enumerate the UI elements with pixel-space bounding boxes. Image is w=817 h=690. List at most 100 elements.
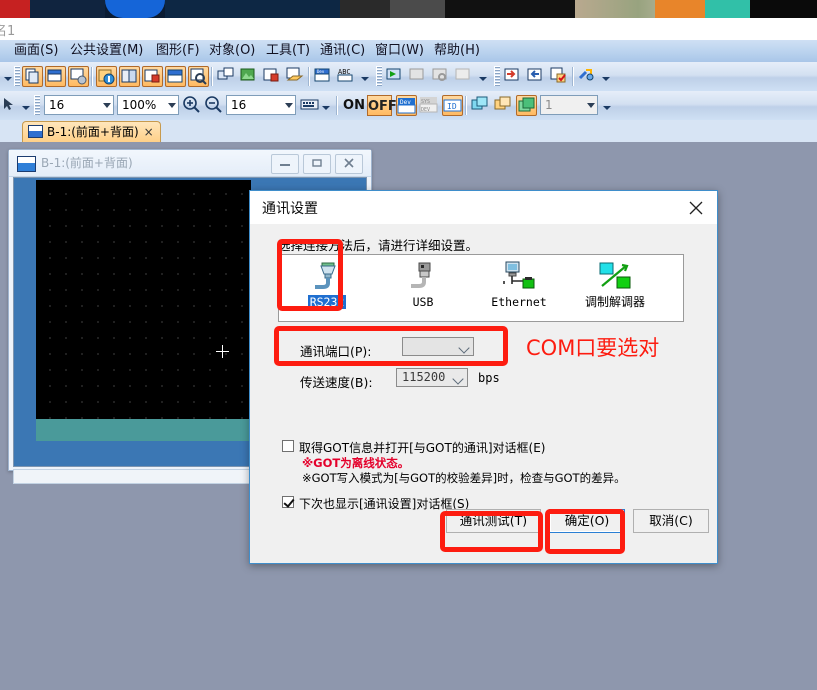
toolbar-overflow-3-icon[interactable]	[600, 67, 611, 86]
connection-option-ethernet[interactable]: Ethernet	[475, 259, 563, 317]
front-layer-button[interactable]	[470, 95, 491, 116]
note-offline: ※GOT为离线状态。	[302, 456, 410, 470]
toolbar-overflow-5-icon[interactable]	[601, 96, 612, 115]
write-to-got-button[interactable]	[503, 66, 524, 87]
chevron-down-icon	[285, 103, 293, 108]
menu-item-figure[interactable]: 图形(F)	[152, 42, 204, 60]
off-state-button[interactable]: OFF	[367, 95, 397, 116]
document-tab-bar: B-1:(前面+背面) ×	[0, 120, 817, 143]
speed-value: 115200	[402, 370, 446, 384]
menu-item-window[interactable]: 窗口(W)	[371, 42, 428, 60]
simulator-settings-button[interactable]	[431, 66, 452, 87]
read-from-got-button[interactable]	[526, 66, 547, 87]
speed-label: 传送速度(B):	[300, 375, 373, 390]
new-screen-button[interactable]	[22, 66, 43, 87]
screen-property-button[interactable]	[68, 66, 89, 87]
connection-option-usb[interactable]: USB	[379, 259, 467, 317]
toolbar-grip-2[interactable]	[376, 66, 382, 86]
toolbar-format: 16 100% 16 ON OFF Dev SYS DEV ID 1	[0, 91, 817, 121]
menu-item-common[interactable]: 公共设置(M)	[66, 42, 147, 60]
menu-item-help[interactable]: 帮助(H)	[430, 42, 484, 60]
preview-button[interactable]	[188, 66, 209, 87]
tab-b1[interactable]: B-1:(前面+背面) ×	[22, 121, 161, 143]
all-layers-button[interactable]	[516, 95, 537, 116]
library-button[interactable]	[119, 66, 140, 87]
menu-item-screen[interactable]: 画面(S)	[10, 42, 62, 60]
grid-size-combo[interactable]: 16	[226, 95, 296, 115]
close-icon[interactable]	[683, 197, 709, 219]
checkbox-box	[282, 496, 294, 508]
screen-icon	[28, 125, 43, 138]
sys-device-button[interactable]: SYS DEV	[419, 95, 440, 116]
chevron-down-icon	[454, 375, 463, 381]
parts-button[interactable]	[142, 66, 163, 87]
chevron-down-icon	[168, 103, 176, 108]
keyboard-button[interactable]	[300, 95, 321, 116]
connection-option-rs232[interactable]: RS232	[283, 259, 371, 317]
select-tool-button[interactable]	[0, 95, 21, 116]
zoom-out-button[interactable]	[204, 95, 225, 116]
font-size-combo[interactable]: 16	[44, 95, 114, 115]
simulator-start-button[interactable]	[385, 66, 406, 87]
svg-text:Dev: Dev	[400, 99, 411, 106]
speed-combo[interactable]: 115200	[396, 368, 468, 387]
menu-item-object[interactable]: 对象(O)	[205, 42, 259, 60]
object-id-button[interactable]: ID	[442, 95, 463, 116]
device-list-button[interactable]: Dev	[313, 66, 334, 87]
data-view-button[interactable]	[165, 66, 186, 87]
ok-button[interactable]: 确定(O)	[549, 509, 625, 533]
zoom-combo[interactable]: 100%	[117, 95, 179, 115]
color-button[interactable]	[262, 66, 283, 87]
note-verify: ※GOT写入模式为[与GOT的校验差异]时，检查与GOT的差异。	[302, 471, 626, 485]
checkbox-box	[282, 440, 294, 452]
dialog-hint: 选择连接方法后，请进行详细设置。	[278, 238, 479, 253]
toolbar-overflow-1-icon[interactable]	[359, 67, 370, 86]
mdi-child-title: B-1:(前面+背面)	[41, 156, 133, 170]
project-info-button[interactable]	[96, 66, 117, 87]
maximize-button[interactable]	[303, 154, 331, 174]
connection-label-modem: 调制解调器	[584, 295, 645, 309]
layer-value: 1	[545, 98, 553, 112]
annotation-com-note: COM口要选对	[526, 336, 660, 360]
comm-test-button[interactable]: 通讯测试(T)	[446, 509, 541, 533]
chevron-down-icon	[460, 344, 469, 350]
open-screen-button[interactable]	[45, 66, 66, 87]
comm-settings-button[interactable]	[577, 66, 598, 87]
device-label-button[interactable]: Dev	[396, 95, 417, 116]
verify-got-button[interactable]	[549, 66, 570, 87]
toolbar-grip-3[interactable]	[494, 66, 500, 86]
menu-item-tools[interactable]: 工具(T)	[262, 42, 314, 60]
abc-text-button[interactable]: ABC	[336, 66, 357, 87]
minimize-button[interactable]	[271, 154, 299, 174]
keyboard-dropdown-icon[interactable]	[320, 96, 331, 115]
toolbar-overflow-left-icon[interactable]	[2, 67, 13, 86]
toolbar-overflow-2-icon[interactable]	[477, 67, 488, 86]
dialog-title: 通讯设置	[262, 201, 318, 217]
close-button[interactable]	[335, 154, 363, 174]
toolbar-grip[interactable]	[14, 66, 20, 86]
tab-close-icon[interactable]: ×	[144, 122, 154, 142]
screen-canvas[interactable]	[36, 180, 251, 419]
align-button[interactable]	[216, 66, 237, 87]
simulator-info-button[interactable]	[454, 66, 475, 87]
port-combo[interactable]	[402, 337, 474, 356]
background-window-title: 名1	[0, 24, 16, 39]
speed-unit: bps	[478, 371, 500, 385]
toolbar-overflow-4-icon[interactable]	[20, 96, 31, 115]
background-window-titlebar: 名1	[0, 18, 817, 40]
back-layer-button[interactable]	[493, 95, 514, 116]
menu-bar: 画面(S) 公共设置(M) 图形(F) 对象(O) 工具(T) 通讯(C) 窗口…	[0, 40, 817, 63]
open-recent-button[interactable]	[285, 66, 306, 87]
menu-item-comm[interactable]: 通讯(C)	[316, 42, 369, 60]
on-state-button[interactable]: ON	[342, 95, 366, 116]
simulator-stop-button[interactable]	[408, 66, 429, 87]
cancel-button[interactable]: 取消(C)	[633, 509, 709, 533]
zoom-in-button[interactable]	[182, 95, 203, 116]
import-image-button[interactable]	[239, 66, 260, 87]
connection-option-modem[interactable]: 调制解调器	[571, 259, 659, 317]
layer-select-combo[interactable]: 1	[540, 95, 598, 115]
tab-label: B-1:(前面+背面)	[47, 125, 139, 139]
svg-text:SYS: SYS	[421, 99, 430, 105]
dialog-titlebar: 通讯设置	[250, 191, 717, 224]
toolbar-grip-4[interactable]	[34, 95, 40, 115]
